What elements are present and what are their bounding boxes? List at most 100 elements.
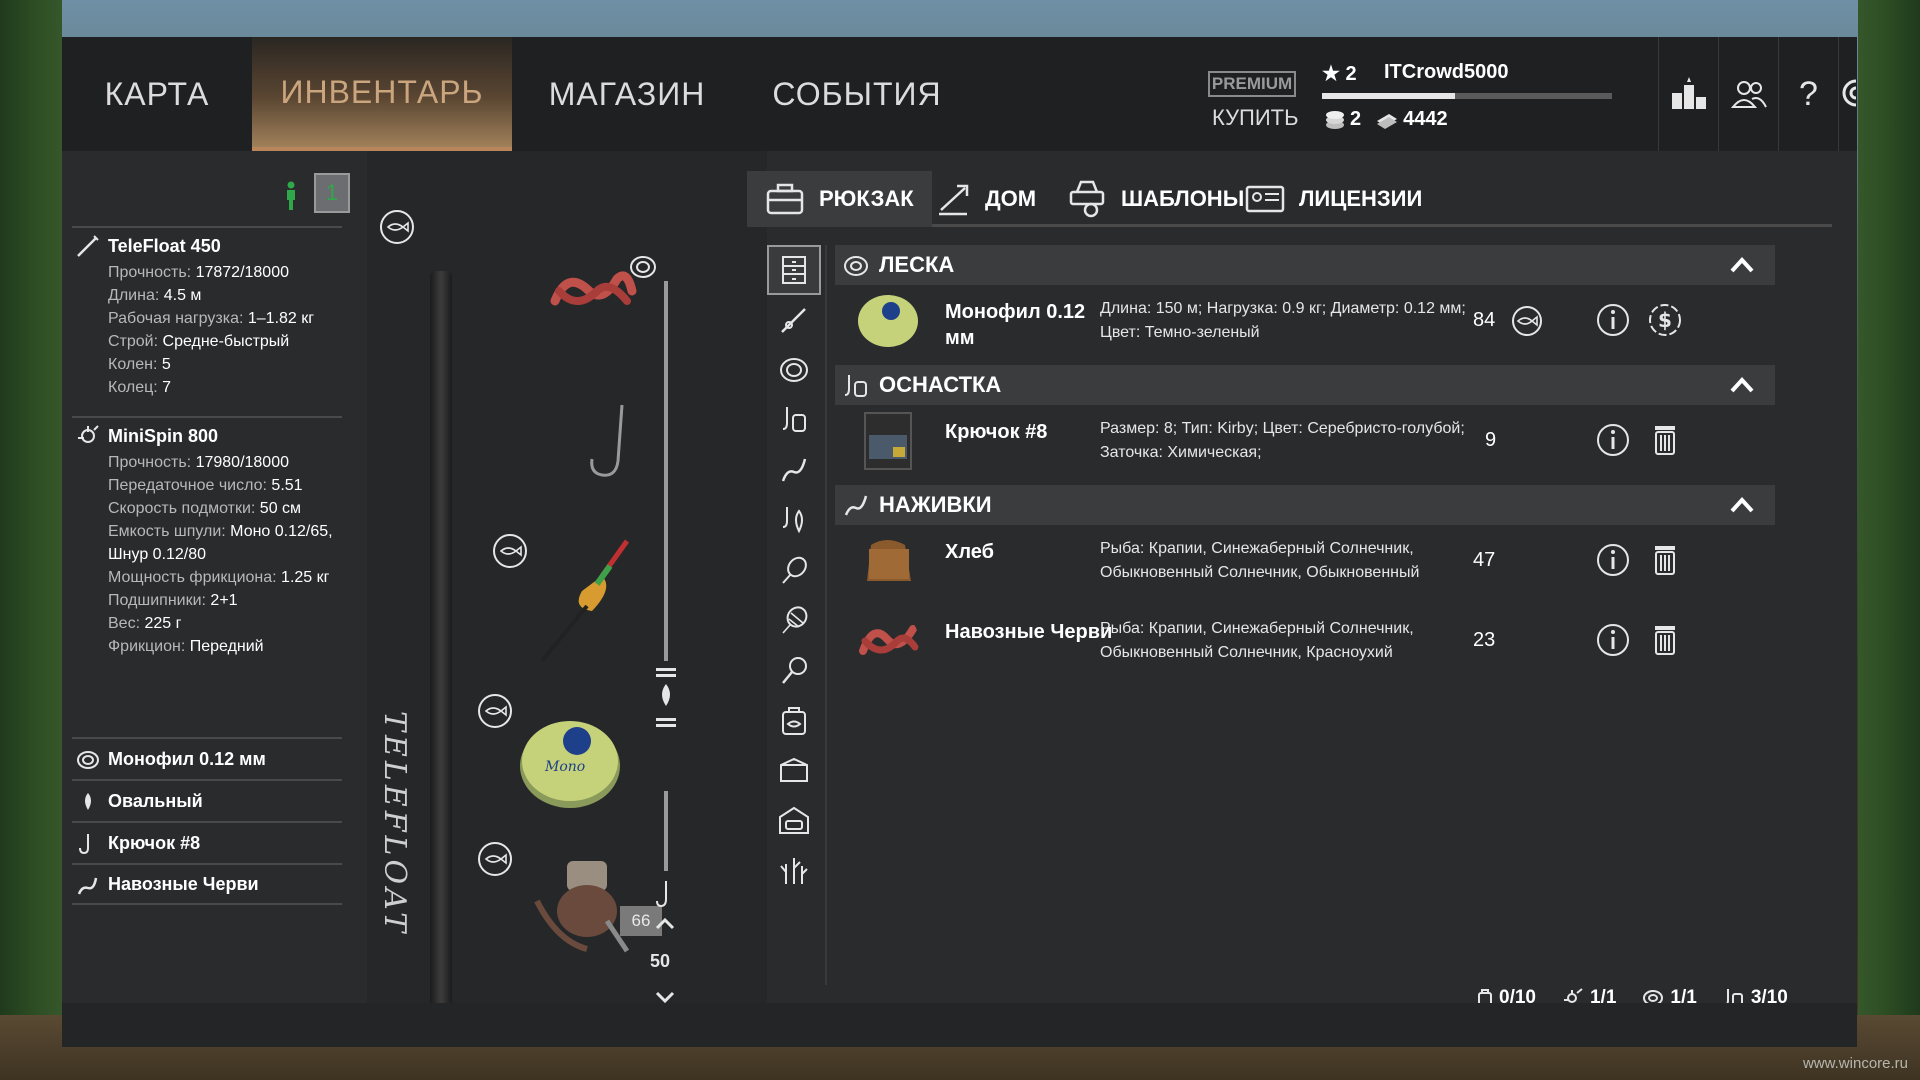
line-spool-icon	[780, 358, 808, 382]
section-tackle-header[interactable]: ОСНАСТКА	[835, 365, 1775, 405]
window-bottom-strip	[62, 1003, 1857, 1047]
line-spool-image[interactable]: Mono	[515, 711, 625, 811]
reel-stats-title: MiniSpin 800	[72, 418, 342, 451]
info-icon[interactable]	[1595, 302, 1631, 338]
rod-stat-line: Рабочая нагрузка: 1–1.82 кг	[108, 310, 315, 327]
help-button[interactable]: ?	[1778, 37, 1838, 151]
user-profile-block[interactable]: ★ 2 ITCrowd5000 2 4442	[1322, 57, 1632, 137]
section-baits-title: НАЖИВКИ	[879, 492, 992, 517]
float-depth-marker-icon[interactable]	[654, 666, 678, 732]
rig-equipment-view: TELEFLOAT Mono 66 50	[367, 151, 767, 1047]
category-boxes[interactable]	[767, 745, 821, 795]
category-lines[interactable]	[767, 345, 821, 395]
line-type-icon	[630, 256, 656, 278]
friends-button[interactable]	[1718, 37, 1778, 151]
sell-icon[interactable]: $	[1647, 302, 1683, 338]
reel-image[interactable]	[527, 851, 647, 961]
equipped-line-item[interactable]: Монофил 0.12 мм	[72, 737, 342, 779]
info-icon[interactable]	[1595, 622, 1631, 658]
rod-slot-fish-icon[interactable]	[379, 209, 415, 245]
tackle-icon	[782, 407, 806, 432]
inventory-window: КАРТА ИНВЕНТАРЬ МАГАЗИН СОБЫТИЯ PREMIUM …	[62, 37, 1870, 1047]
rod-slot-1[interactable]: 1	[314, 173, 350, 213]
collapse-chevron-icon[interactable]	[1729, 375, 1755, 395]
chevron-up-icon[interactable]	[653, 916, 677, 932]
trash-icon[interactable]	[1647, 622, 1683, 658]
subtab-backpack[interactable]: РЮКЗАК	[747, 171, 932, 227]
nav-tab-shop[interactable]: МАГАЗИН	[512, 37, 742, 151]
bread-thumbnail	[867, 540, 911, 581]
nav-tab-inventory[interactable]: ИНВЕНТАРЬ	[252, 37, 512, 151]
section-baits-header[interactable]: НАЖИВКИ	[835, 485, 1775, 525]
buy-premium-button[interactable]: КУПИТЬ	[1212, 105, 1299, 131]
section-tackle-title: ОСНАСТКА	[879, 372, 1002, 397]
star-icon: ★	[1322, 63, 1340, 85]
category-misc[interactable]	[767, 845, 821, 895]
top-navigation-bar: КАРТА ИНВЕНТАРЬ МАГАЗИН СОБЫТИЯ PREMIUM …	[62, 37, 1870, 151]
info-icon[interactable]	[1595, 542, 1631, 578]
category-nets[interactable]	[767, 595, 821, 645]
user-level-value: 2	[1345, 63, 1357, 85]
float-image[interactable]	[532, 536, 632, 666]
trash-icon[interactable]	[1647, 422, 1683, 458]
float-slot-fish-icon[interactable]	[492, 533, 528, 569]
premium-badge[interactable]: PREMIUM	[1208, 71, 1296, 97]
settings-icon	[1842, 79, 1870, 107]
category-vehicles[interactable]	[767, 795, 821, 845]
category-bags[interactable]	[767, 695, 821, 745]
line-slot-fish-icon[interactable]	[477, 693, 513, 729]
settings-icon-wrap[interactable]	[1840, 75, 1870, 115]
worms-bait-image[interactable]	[547, 261, 637, 321]
rod-stat-line: Колец: 7	[108, 379, 172, 396]
category-baits[interactable]	[767, 445, 821, 495]
category-landing[interactable]	[767, 645, 821, 695]
hook-image[interactable]	[582, 401, 632, 481]
category-spoons[interactable]	[767, 545, 821, 595]
category-tackle[interactable]	[767, 395, 821, 445]
banknotes-icon	[1377, 113, 1398, 129]
rod-image[interactable]	[430, 271, 452, 1011]
leaderboard-button[interactable]	[1658, 37, 1718, 151]
line-spool-icon	[77, 751, 99, 769]
subtab-home[interactable]: ДОМ	[935, 171, 1036, 227]
subtab-templates-label: ШАБЛОНЫ	[1121, 186, 1245, 211]
rod-stat-line: Строй: Средне-быстрый	[108, 333, 290, 350]
rod-icon	[781, 308, 806, 333]
fish-equip-icon[interactable]	[1511, 305, 1543, 337]
item-quantity: 9	[1485, 429, 1497, 451]
line-spool-icon	[844, 256, 868, 276]
equipped-bait-item[interactable]: Навозные Черви	[72, 863, 342, 905]
lure-icon	[782, 507, 803, 534]
category-rods[interactable]	[767, 295, 821, 345]
info-icon[interactable]	[1595, 422, 1631, 458]
subtab-licenses[interactable]: ЛИЦЕНЗИИ	[1245, 171, 1422, 227]
nav-tab-events[interactable]: СОБЫТИЯ	[742, 37, 972, 151]
inventory-row[interactable]: Навозные Черви Рыба: Крапии, Синежаберны…	[835, 605, 1775, 677]
rod-stats: TeleFloat 450 Прочность: 17872/18000 Дли…	[72, 226, 342, 399]
backpack-icon	[766, 183, 804, 215]
background-trees-left	[0, 0, 62, 1080]
reel-stat-line: Скорость подмотки: 50 см	[108, 500, 302, 517]
category-all[interactable]	[767, 245, 821, 295]
angler-figure-icon[interactable]	[284, 181, 298, 211]
category-lures[interactable]	[767, 495, 821, 545]
spoon-lure-icon	[782, 556, 807, 584]
inventory-row[interactable]: Хлеб Рыба: Крапии, Синежаберный Солнечни…	[835, 525, 1775, 597]
subtab-licenses-label: ЛИЦЕНЗИИ	[1299, 186, 1423, 211]
section-lines-header[interactable]: ЛЕСКА	[835, 245, 1775, 285]
subtab-templates[interactable]: ШАБЛОНЫ	[1067, 171, 1244, 227]
equipped-float-item[interactable]: Овальный	[72, 779, 342, 821]
line-depth-track	[664, 281, 668, 661]
inventory-row[interactable]: Монофил 0.12 мм Длина: 150 м; Нагрузка: …	[835, 285, 1775, 357]
trash-icon[interactable]	[1647, 542, 1683, 578]
reel-slot-fish-icon[interactable]	[477, 841, 513, 877]
worm-bait-icon	[844, 495, 868, 516]
nav-tab-map[interactable]: КАРТА	[62, 37, 252, 151]
net-icon	[782, 606, 808, 634]
mono-line-thumbnail	[858, 295, 918, 347]
collapse-chevron-icon[interactable]	[1729, 495, 1755, 515]
inventory-row[interactable]: Крючок #8 Размер: 8; Тип: Kirby; Цвет: С…	[835, 405, 1775, 477]
equipped-hook-label: Крючок #8	[108, 832, 201, 853]
equipped-hook-item[interactable]: Крючок #8	[72, 821, 342, 863]
collapse-chevron-icon[interactable]	[1729, 255, 1755, 275]
